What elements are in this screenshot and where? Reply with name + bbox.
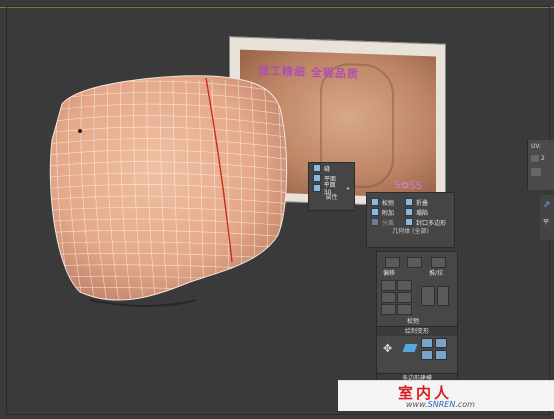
paint-tool-1[interactable] [421, 338, 433, 348]
quad-row-3: 分离 封口多边形 [367, 217, 454, 227]
seam-icon [313, 164, 321, 172]
shift-label: 偏移 [383, 270, 396, 277]
attach-icon [371, 208, 379, 216]
quad-row-2: 附加 塌陷 [367, 207, 454, 217]
tool-button-3[interactable] [381, 292, 396, 303]
tool-icon[interactable]: ⇗ [543, 200, 551, 210]
uv-value-box[interactable] [531, 155, 539, 162]
submenu-arrow-icon: ▸ [346, 184, 350, 192]
quad-footer: 属性 [325, 194, 338, 201]
quad-item-label: 缝 [324, 165, 331, 173]
paint-deform-header[interactable]: 绘制变形 [377, 326, 457, 336]
flat-label: 平 [543, 219, 550, 226]
watermark-url-brand: SNREN [427, 400, 456, 409]
fold-icon [405, 198, 414, 206]
cap-poly-icon [405, 218, 414, 226]
relax-item[interactable]: 松弛 [382, 198, 394, 207]
tool-button-5[interactable] [381, 304, 396, 315]
relax-icon [371, 198, 379, 206]
pillow-shadow [89, 299, 197, 307]
collapse-item[interactable]: 塌陷 [416, 208, 428, 217]
uv-value: 2 [541, 155, 545, 162]
paint-tool-4[interactable] [435, 350, 447, 360]
uv-panel: UV: 2 [527, 140, 554, 190]
tool-button-6[interactable] [397, 304, 412, 315]
push-pull-label: 推/拉 [429, 270, 444, 277]
uv-label: UV: [531, 143, 542, 150]
pillow-mesh[interactable] [0, 0, 554, 419]
push-pull-button[interactable] [431, 257, 446, 268]
watermark-url-suffix: .com [455, 400, 475, 409]
tool-button-1[interactable] [381, 280, 396, 291]
relax-label: 松弛 [407, 318, 420, 325]
mouse-cursor-icon [78, 129, 82, 133]
move-icon[interactable]: ✥ [383, 342, 392, 355]
relax-options-button[interactable] [437, 286, 449, 306]
paint-tool-2[interactable] [435, 338, 447, 348]
detach-icon [371, 218, 379, 226]
watermark-url: www.SNREN.com [406, 400, 475, 409]
plane-30-icon [313, 184, 321, 192]
quad-item-plane-30[interactable]: 平面 30 ▸ [309, 182, 354, 196]
uv-button[interactable] [531, 168, 541, 176]
attach-item[interactable]: 附加 [382, 208, 394, 217]
quad-row-1: 松弛 折叠 [367, 197, 454, 207]
cap-poly-item[interactable]: 封口多边形 [416, 218, 446, 227]
diamond-icon[interactable] [402, 344, 418, 352]
quad-footer: 几何体 (全部) [392, 228, 429, 235]
brush-button[interactable] [407, 257, 422, 268]
collapse-icon [405, 208, 414, 216]
fold-item[interactable]: 折叠 [416, 198, 428, 207]
watermark: 室内人 www.SNREN.com [338, 380, 554, 411]
tool-button-2[interactable] [397, 280, 412, 291]
quad-menu-properties: 缝 平面 平面 30 ▸ 属性 [308, 162, 355, 211]
viewport[interactable]: 做工精细 全程品质 S✿SS 缝 平面 平面 30 ▸ 属性 松弛 折叠 附加 … [0, 0, 554, 419]
plane-icon [313, 174, 321, 182]
tool-button-4[interactable] [397, 292, 412, 303]
paint-tool-3[interactable] [421, 350, 433, 360]
side-tool-panel: ⇗ 平 [540, 195, 554, 240]
relax-button[interactable] [421, 286, 435, 306]
poly-modeling-panel: 偏移 推/拉 松弛 绘制变形 ✥ 多边形建模 [376, 251, 458, 383]
detach-item[interactable]: 分离 [382, 218, 394, 227]
pillow-body [49, 75, 288, 301]
shift-button[interactable] [385, 257, 400, 268]
quad-menu-geometry: 松弛 折叠 附加 塌陷 分离 封口多边形 几何体 (全部) [366, 192, 455, 248]
quad-item-seam[interactable]: 缝 [309, 163, 354, 173]
watermark-url-prefix: www. [406, 400, 428, 409]
